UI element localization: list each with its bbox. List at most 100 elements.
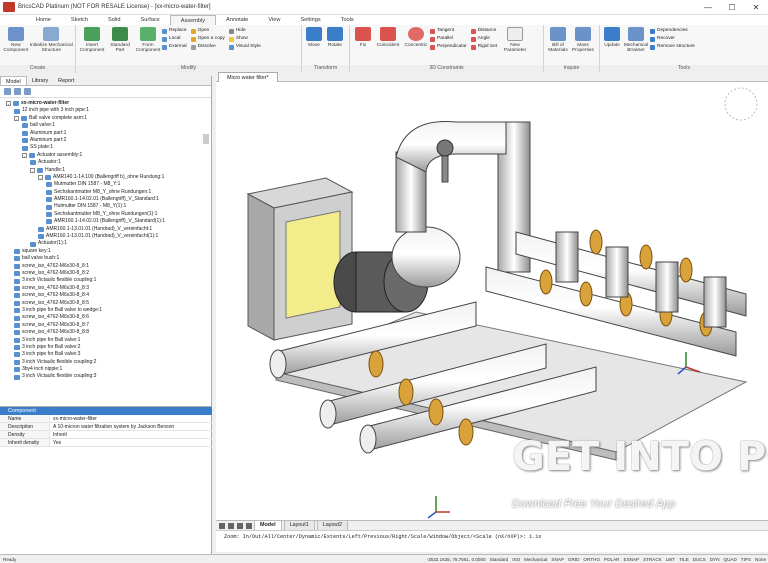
dissolve-button[interactable]: Dissolve: [190, 43, 225, 51]
close-button[interactable]: ✕: [744, 3, 768, 12]
new-parameter-button[interactable]: New Parameter: [501, 27, 529, 54]
coincident-button[interactable]: Coincident: [374, 27, 402, 48]
maximize-button[interactable]: ☐: [720, 3, 744, 12]
status-toggle-none[interactable]: None: [753, 557, 768, 562]
view-cube-icon[interactable]: [724, 87, 758, 121]
tree-item[interactable]: - Ball valve complete asm:1: [0, 115, 211, 122]
status-toggle-mechanical[interactable]: Mechanical: [522, 557, 549, 562]
ribbon-tab-surface[interactable]: Surface: [130, 15, 169, 25]
status-toggle-grid[interactable]: GRID: [566, 557, 581, 562]
status-toggle-polar[interactable]: POLAR: [602, 557, 622, 562]
tree-item[interactable]: 3 inch Victaulic flexible coupling:1: [0, 277, 211, 284]
collapse-toggle-icon[interactable]: -: [38, 175, 43, 181]
minimize-button[interactable]: —: [696, 3, 720, 12]
filter-icon[interactable]: [4, 88, 11, 95]
collapse-toggle-icon[interactable]: -: [30, 167, 35, 173]
init-structure-button[interactable]: Initialize Mechanical Structure: [30, 27, 73, 54]
status-toggle-strack[interactable]: STRACK: [641, 557, 664, 562]
tangent-button[interactable]: Tangent: [430, 27, 467, 35]
open-button[interactable]: Open: [190, 27, 225, 35]
visual-style-button[interactable]: Visual Style: [228, 43, 261, 51]
tree-item[interactable]: screw_iso_4762-M6x30-8_8:3: [0, 285, 211, 292]
status-toggle-snap[interactable]: SNAP: [549, 557, 566, 562]
tree-item[interactable]: AMR160.1-13.01.01 (Handrad)_V_vereinfach…: [0, 233, 211, 240]
recover-button[interactable]: Recover: [650, 35, 695, 43]
status-toggle-iso[interactable]: ISO: [510, 557, 522, 562]
property-row[interactable]: Inherit density Yes: [0, 439, 212, 447]
parallel-button[interactable]: Parallel: [430, 35, 467, 43]
tree-item[interactable]: screw_iso_4762-M6x30-8_8:8: [0, 329, 211, 336]
panel-tab-report[interactable]: Report: [53, 76, 79, 85]
mechanical-browser-button[interactable]: Mechanical Browser: [622, 27, 650, 54]
tree-item[interactable]: 12 inch pipe with 3 inch pipe:1: [0, 107, 211, 114]
command-line[interactable]: Zoom: In/Out/All/Center/Dynamic/Extents/…: [216, 530, 768, 552]
tree-item[interactable]: Aluminum part:2: [0, 137, 211, 144]
external-button[interactable]: External: [162, 43, 187, 51]
tree-item[interactable]: AMR160.1-14.02.01 (Ballengriff)_V_Standa…: [0, 196, 211, 203]
property-value[interactable]: Yes: [50, 439, 61, 446]
property-value[interactable]: Inherit: [50, 431, 67, 438]
insert-component-button[interactable]: Insert Component: [78, 27, 106, 54]
collapse-toggle-icon[interactable]: -: [6, 101, 11, 107]
tree-item[interactable]: Actuator(1):1: [0, 240, 211, 247]
tree-item[interactable]: 3 inch Victaulic flexible coupling:2: [0, 359, 211, 366]
panel-tab-library[interactable]: Library: [27, 76, 53, 85]
tree-item[interactable]: Actuator:1: [0, 159, 211, 166]
dependencies-button[interactable]: Dependencies: [650, 27, 695, 35]
tree-scrollbar[interactable]: [203, 134, 209, 144]
status-toggle-tips[interactable]: TIPS: [739, 557, 753, 562]
tree-item[interactable]: - Actuator assembly:1: [0, 152, 211, 159]
tree-item[interactable]: 3 inch Victaulic flexible coupling:3: [0, 373, 211, 380]
angle-button[interactable]: Angle: [470, 35, 497, 43]
tree-item[interactable]: 3by4 inch nipple:1: [0, 366, 211, 373]
tree-item[interactable]: - AMR140.1-14.100 (Ballengriff b)_ohne Ru…: [0, 174, 211, 181]
ribbon-tab-assembly[interactable]: Assembly: [169, 15, 217, 25]
next-layout-icon[interactable]: [237, 522, 243, 529]
ribbon-tab-settings[interactable]: Settings: [290, 15, 330, 25]
tree-item[interactable]: screw_iso_4762-M6x30-8_8:5: [0, 300, 211, 307]
local-button[interactable]: Local: [162, 35, 187, 43]
status-toggle-ducs[interactable]: DUCS: [691, 557, 708, 562]
tree-item[interactable]: screw_iso_4762-M6x30-8_8:7: [0, 322, 211, 329]
app-logo-icon[interactable]: [3, 2, 15, 12]
tree-item[interactable]: Sechskantmutter M8_Y_ohne Rundungen:1: [0, 189, 211, 196]
tree-item[interactable]: AMR160.1-14.02.01 (Ballengriff)_V_Standa…: [0, 218, 211, 225]
tree-item[interactable]: Mutmutter DIN 1587 - M8_Y:1: [0, 181, 211, 188]
bom-button[interactable]: Bill of Materials: [546, 27, 570, 54]
tree-item[interactable]: ball valve bush:1: [0, 255, 211, 262]
tree-item[interactable]: 3 inch pipe for Ball valve:3: [0, 351, 211, 358]
tree-item[interactable]: - Handle:1: [0, 167, 211, 174]
ribbon-tab-home[interactable]: Home: [26, 15, 61, 25]
tree-item[interactable]: SS plate:1: [0, 144, 211, 151]
status-toggle-lwt[interactable]: LWT: [664, 557, 677, 562]
distance-button[interactable]: Distance: [470, 27, 497, 35]
ribbon-tab-tools[interactable]: Tools: [331, 15, 364, 25]
move-button[interactable]: Move: [304, 27, 324, 48]
status-toggle-tile[interactable]: TILE: [677, 557, 691, 562]
tree-item[interactable]: screw_iso_4762-M6x30-8_8:6: [0, 314, 211, 321]
tree-item[interactable]: Sechskantmutter M8_Y_ohne Rundungen(1):1: [0, 211, 211, 218]
form-component-button[interactable]: Form Component: [134, 27, 162, 54]
property-row[interactable]: Density Inherit: [0, 431, 212, 439]
collapse-icon[interactable]: [24, 88, 31, 95]
status-toggle-ortho[interactable]: ORTHO: [581, 557, 602, 562]
rigid-set-button[interactable]: Rigid Set: [470, 43, 497, 51]
standard-part-button[interactable]: Standard Part: [106, 27, 134, 54]
new-component-button[interactable]: New Component: [2, 27, 30, 54]
first-layout-icon[interactable]: [219, 522, 225, 529]
remove-structure-button[interactable]: Remove structure: [650, 43, 695, 51]
mass-properties-button[interactable]: Mass Properties: [570, 27, 596, 54]
property-value[interactable]: A 10-micron water filtration system by J…: [50, 423, 174, 430]
last-layout-icon[interactable]: [246, 522, 252, 529]
concentric-button[interactable]: Concentric: [402, 27, 430, 48]
tree-item[interactable]: screw_iso_4762-M6x30-8_8:2: [0, 270, 211, 277]
tree-item[interactable]: Hutmutter DIN 1587 - M8_Y(1):1: [0, 203, 211, 210]
status-toggle-standard[interactable]: Standard: [488, 557, 511, 562]
tree-item[interactable]: ball valve:1: [0, 122, 211, 129]
panel-tab-model[interactable]: Model: [0, 76, 27, 85]
tree-item[interactable]: 3 inch pipe for Ball valve:2: [0, 344, 211, 351]
status-toggle-esnap[interactable]: ESNAP: [622, 557, 642, 562]
tree-item[interactable]: AMR160.1-13.01.01 (Handrad)_V_vereinfach…: [0, 226, 211, 233]
property-row[interactable]: Name xx-micro-water-filter: [0, 415, 212, 423]
open-copy-button[interactable]: Open a copy: [190, 35, 225, 43]
